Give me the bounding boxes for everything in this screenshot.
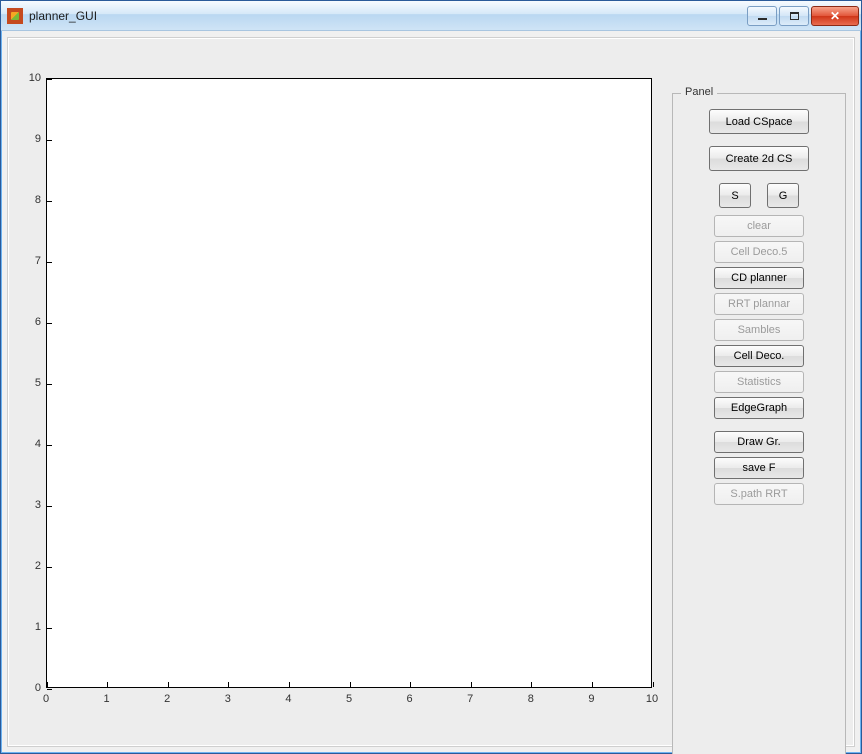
maximize-button[interactable] xyxy=(779,6,809,26)
close-button[interactable]: ✕ xyxy=(811,6,859,26)
x-tick xyxy=(47,682,48,687)
panel-body: Load CSpace Create 2d CS S G clear Cell … xyxy=(673,94,845,515)
clear-button: clear xyxy=(714,215,804,237)
y-tick-label: 5 xyxy=(11,377,41,389)
close-icon: ✕ xyxy=(830,9,840,23)
x-tick xyxy=(168,682,169,687)
x-tick xyxy=(289,682,290,687)
s-path-rrt-button: S.path RRT xyxy=(714,483,804,505)
side-panel: Panel Load CSpace Create 2d CS S G clear… xyxy=(672,93,846,754)
window-buttons: ✕ xyxy=(745,6,859,26)
x-tick-label: 3 xyxy=(225,693,231,705)
y-tick-label: 8 xyxy=(11,194,41,206)
g-button[interactable]: G xyxy=(767,183,799,208)
client-area: 0 1 2 3 4 5 6 7 8 9 10 0 1 2 3 4 5 6 7 8 9 10 Panel Load CSpa… xyxy=(7,37,855,747)
y-tick xyxy=(47,262,52,263)
y-tick xyxy=(47,384,52,385)
y-tick-label: 10 xyxy=(11,72,41,84)
y-tick xyxy=(47,506,52,507)
y-tick xyxy=(47,323,52,324)
s-button[interactable]: S xyxy=(719,183,751,208)
x-tick xyxy=(228,682,229,687)
y-tick xyxy=(47,79,52,80)
y-tick-label: 1 xyxy=(11,621,41,633)
y-tick xyxy=(47,140,52,141)
cell-deco-button[interactable]: Cell Deco. xyxy=(714,345,804,367)
maximize-icon xyxy=(790,12,799,20)
x-tick xyxy=(350,682,351,687)
y-tick xyxy=(47,201,52,202)
y-tick-label: 2 xyxy=(11,560,41,572)
panel-title: Panel xyxy=(681,86,717,98)
y-tick-label: 0 xyxy=(11,682,41,694)
plot-area: 012345678910012345678910 xyxy=(16,78,656,754)
y-tick xyxy=(47,445,52,446)
x-tick xyxy=(107,682,108,687)
save-f-button[interactable]: save F xyxy=(714,457,804,479)
y-tick xyxy=(47,628,52,629)
y-tick-label: 4 xyxy=(11,438,41,450)
y-tick-label: 3 xyxy=(11,499,41,511)
app-window: planner_GUI ✕ 0 1 2 3 4 5 6 7 8 9 10 0 1 2 3 4 5 6 7 8 9 10 P… xyxy=(0,0,862,754)
x-tick xyxy=(531,682,532,687)
x-tick-label: 10 xyxy=(646,693,658,705)
x-tick-label: 0 xyxy=(43,693,49,705)
load-cspace-button[interactable]: Load CSpace xyxy=(709,109,809,134)
x-tick xyxy=(653,682,654,687)
rrt-plannar-button: RRT plannar xyxy=(714,293,804,315)
cell-deco-5-button: Cell Deco.5 xyxy=(714,241,804,263)
x-tick-label: 8 xyxy=(528,693,534,705)
sg-row: S G xyxy=(687,183,831,208)
y-tick xyxy=(47,567,52,568)
y-tick-label: 7 xyxy=(11,255,41,267)
axes[interactable] xyxy=(46,78,652,688)
x-tick-label: 2 xyxy=(164,693,170,705)
edgegraph-button[interactable]: EdgeGraph xyxy=(714,397,804,419)
titlebar: planner_GUI ✕ xyxy=(1,1,861,31)
x-tick-label: 1 xyxy=(104,693,110,705)
minimize-button[interactable] xyxy=(747,6,777,26)
minimize-icon xyxy=(758,18,767,20)
x-tick-label: 9 xyxy=(588,693,594,705)
window-title: planner_GUI xyxy=(29,9,745,23)
x-tick xyxy=(410,682,411,687)
create-2d-cs-button[interactable]: Create 2d CS xyxy=(709,146,809,171)
x-tick xyxy=(592,682,593,687)
sambles-button: Sambles xyxy=(714,319,804,341)
y-tick-label: 6 xyxy=(11,316,41,328)
x-tick-label: 7 xyxy=(467,693,473,705)
y-tick-label: 9 xyxy=(11,133,41,145)
cd-planner-button[interactable]: CD planner xyxy=(714,267,804,289)
x-tick-label: 6 xyxy=(407,693,413,705)
draw-gr-button[interactable]: Draw Gr. xyxy=(714,431,804,453)
x-tick xyxy=(471,682,472,687)
statistics-button: Statistics xyxy=(714,371,804,393)
x-tick-label: 5 xyxy=(346,693,352,705)
x-tick-label: 4 xyxy=(285,693,291,705)
y-tick xyxy=(47,689,52,690)
app-icon xyxy=(7,8,23,24)
